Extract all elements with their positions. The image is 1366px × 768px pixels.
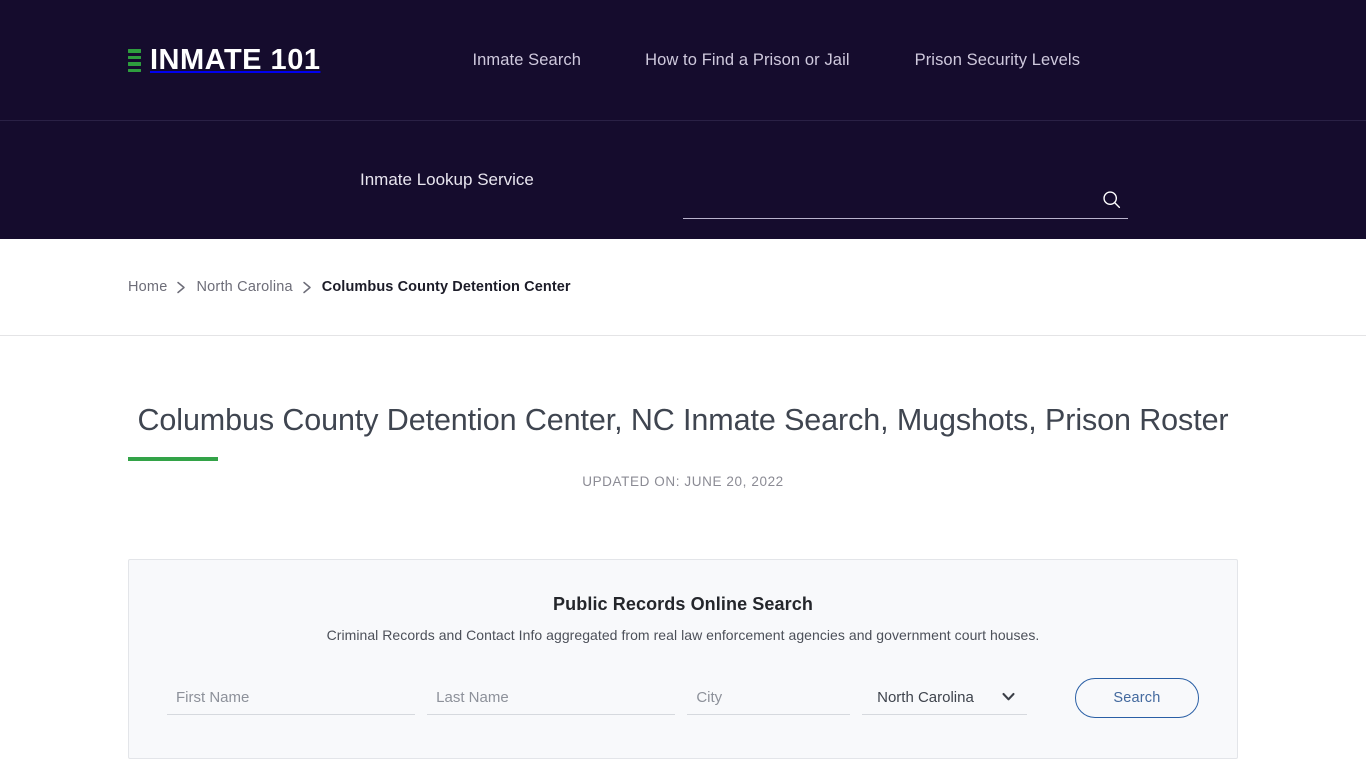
breadcrumb-item-current: Columbus County Detention Center (321, 279, 571, 295)
search-icon (1102, 191, 1120, 209)
nav-item-prison-security-levels[interactable]: Prison Security Levels (915, 51, 1080, 70)
main-nav: Inmate Search How to Find a Prison or Ja… (472, 51, 1080, 70)
panel-title: Public Records Online Search (553, 593, 813, 614)
search-strip: Inmate Lookup Service (0, 121, 1366, 239)
city-input[interactable] (687, 680, 851, 714)
state-select[interactable]: North Carolina (862, 680, 1027, 714)
breadcrumb-item-home[interactable]: Home (128, 279, 167, 295)
breadcrumb-item-north-carolina[interactable]: North Carolina (196, 279, 292, 295)
public-records-search-form: North Carolina Search (167, 677, 1199, 718)
page-title: Columbus County Detention Center, NC Inm… (137, 403, 1229, 437)
breadcrumb: Home North Carolina Columbus County Dete… (128, 279, 571, 295)
search-box (683, 181, 1128, 219)
first-name-field (167, 680, 416, 715)
first-name-input[interactable] (167, 680, 416, 714)
page-title-block: Columbus County Detention Center, NC Inm… (128, 336, 1238, 489)
chevron-right-icon (176, 281, 187, 294)
last-name-field (427, 680, 676, 715)
panel-subtitle: Criminal Records and Contact Info aggreg… (326, 626, 1040, 643)
site-logo[interactable]: INMATE 101 (128, 46, 320, 75)
public-records-panel: Public Records Online Search Criminal Re… (128, 558, 1238, 759)
chevron-right-icon (302, 281, 313, 294)
nav-item-how-to-find-a-prison-or-jail[interactable]: How to Find a Prison or Jail (645, 51, 850, 70)
search-submit-button[interactable] (1094, 183, 1128, 217)
city-field (687, 680, 851, 715)
updated-on-text: UPDATED ON: JUNE 20, 2022 (582, 473, 784, 489)
search-input[interactable] (683, 181, 1094, 218)
logo-text: INMATE 101 (150, 44, 321, 76)
main-content: Columbus County Detention Center, NC Inm… (0, 336, 1366, 759)
state-field: North Carolina (862, 680, 1027, 715)
title-accent-rule (128, 456, 218, 461)
bars-icon (128, 48, 141, 74)
site-header: INMATE 101 Inmate Search How to Find a P… (0, 0, 1366, 121)
last-name-input[interactable] (427, 680, 676, 714)
search-strip-label: Inmate Lookup Service (360, 170, 534, 189)
public-records-search-button[interactable]: Search (1074, 677, 1199, 718)
nav-item-inmate-search[interactable]: Inmate Search (472, 51, 581, 70)
breadcrumb-bar: Home North Carolina Columbus County Dete… (0, 239, 1366, 336)
